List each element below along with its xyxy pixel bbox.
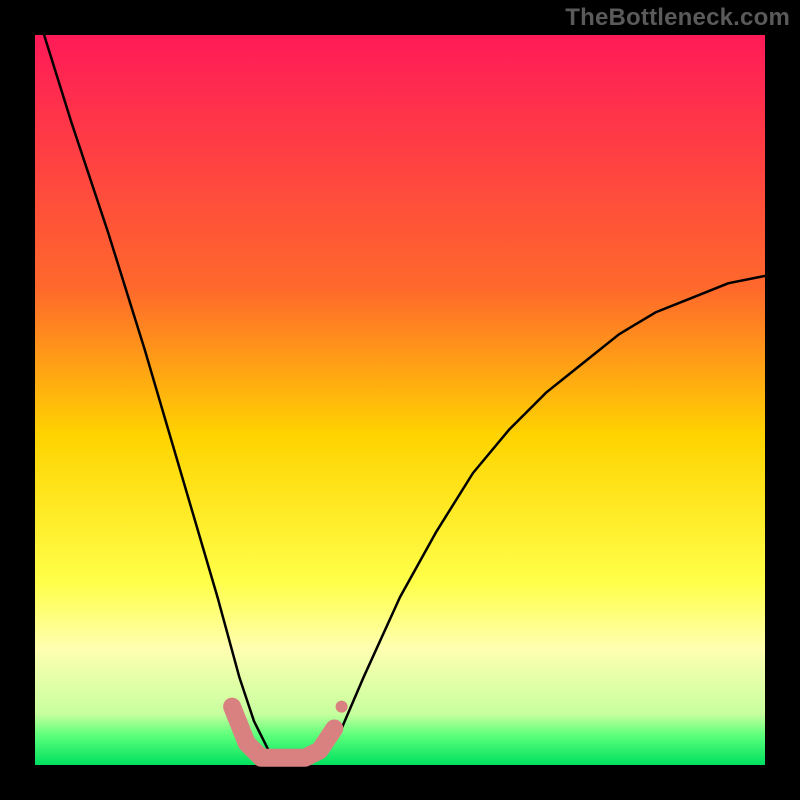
plot-background	[35, 35, 765, 765]
watermark-text: TheBottleneck.com	[565, 4, 790, 32]
annotation-layer	[336, 701, 348, 713]
optimal-dot	[336, 701, 348, 713]
chart-frame: TheBottleneck.com	[0, 0, 800, 800]
bottleneck-chart	[0, 0, 800, 800]
